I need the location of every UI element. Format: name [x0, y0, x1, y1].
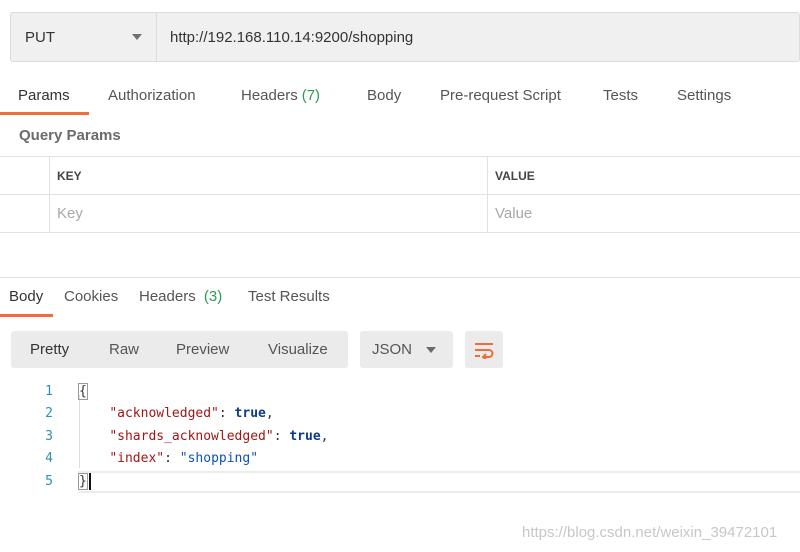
format-label: JSON	[372, 341, 413, 358]
code-line: 1 {	[0, 381, 800, 403]
headers-count: (7)	[301, 87, 321, 104]
view-raw-button[interactable]: Raw	[109, 331, 139, 368]
tab-label: Body	[367, 87, 402, 104]
view-visualize-button[interactable]: Visualize	[268, 331, 328, 368]
tab-label: Pre-request Script	[440, 87, 561, 104]
json-value: true	[289, 429, 321, 444]
json-key: "index"	[109, 451, 165, 466]
tab-params[interactable]: Params	[18, 78, 70, 116]
line-number: 1	[45, 384, 53, 399]
json-value: "shopping"	[179, 451, 259, 466]
row-checkbox-cell	[0, 195, 50, 232]
value-header-label: VALUE	[495, 169, 535, 183]
code-line: 2 "acknowledged": true,	[0, 403, 800, 425]
json-key: "acknowledged"	[109, 406, 219, 421]
code-text: "shards_acknowledged": true,	[109, 429, 329, 444]
query-params-title: Query Params	[19, 127, 121, 144]
tab-label: Cookies	[64, 288, 119, 305]
open-brace: {	[78, 383, 88, 400]
query-params-table: KEY VALUE Key Value	[0, 156, 800, 234]
wrap-lines-button[interactable]	[465, 331, 503, 368]
chevron-down-icon	[426, 346, 436, 353]
view-mode-group: Pretty Raw Preview Visualize	[11, 331, 348, 368]
tab-label: Body	[9, 288, 44, 305]
active-tab-indicator	[0, 112, 89, 115]
tab-label: Settings	[677, 87, 732, 104]
code-line: 3 "shards_acknowledged": true,	[0, 426, 800, 448]
response-tab-body[interactable]: Body	[9, 288, 43, 305]
chevron-down-icon	[132, 34, 142, 40]
tab-pre-request-script[interactable]: Pre-request Script	[440, 78, 561, 116]
tab-tests[interactable]: Tests	[603, 78, 638, 116]
line-number: 4	[45, 451, 53, 466]
request-url-bar: PUT http://192.168.110.14:9200/shopping	[10, 12, 800, 62]
url-input[interactable]: http://192.168.110.14:9200/shopping	[157, 13, 799, 61]
line-number: 5	[45, 474, 53, 489]
method-label: PUT	[25, 28, 55, 46]
tab-settings[interactable]: Settings	[677, 78, 731, 116]
value-placeholder: Value	[495, 205, 533, 222]
json-key: "shards_acknowledged"	[109, 429, 274, 444]
code-text: {	[78, 381, 88, 403]
key-placeholder: Key	[57, 205, 83, 222]
text-cursor	[88, 473, 91, 490]
tab-label: Params	[18, 87, 70, 104]
key-header-label: KEY	[57, 169, 82, 183]
tab-label: Headers	[241, 87, 298, 104]
pane-divider[interactable]	[0, 277, 800, 278]
tab-body[interactable]: Body	[367, 78, 401, 116]
line-number: 2	[45, 406, 53, 421]
code-line: 4 "index": "shopping"	[0, 448, 800, 470]
key-column-header: KEY	[50, 157, 488, 195]
value-column-header: VALUE	[488, 157, 800, 195]
response-tab-headers[interactable]: Headers (3)	[139, 288, 222, 305]
param-value-input[interactable]: Value	[488, 195, 800, 232]
request-tabs: Params Authorization Headers (7) Body Pr…	[0, 78, 800, 116]
tab-headers[interactable]: Headers (7)	[241, 78, 320, 116]
tab-authorization[interactable]: Authorization	[108, 78, 196, 116]
table-row: Key Value	[0, 194, 800, 233]
view-pretty-button[interactable]: Pretty	[30, 331, 69, 368]
active-response-tab-indicator	[0, 314, 53, 317]
response-tab-cookies[interactable]: Cookies	[64, 288, 118, 305]
code-text: "index": "shopping"	[109, 451, 259, 466]
response-tab-test-results[interactable]: Test Results	[248, 288, 330, 305]
format-select[interactable]: JSON	[360, 331, 453, 368]
code-line: 5 }	[0, 471, 800, 493]
code-text: }	[78, 471, 91, 493]
watermark: https://blog.csdn.net/weixin_39472101	[522, 524, 778, 541]
line-number: 3	[45, 429, 53, 444]
method-select[interactable]: PUT	[11, 13, 157, 61]
json-value: true	[234, 406, 266, 421]
view-preview-button[interactable]: Preview	[176, 331, 229, 368]
close-brace: }	[78, 473, 88, 490]
tab-label: Authorization	[108, 87, 196, 104]
code-text: "acknowledged": true,	[109, 406, 274, 421]
response-headers-count: (3)	[203, 288, 223, 305]
tab-label: Headers	[139, 288, 196, 305]
tab-label: Test Results	[248, 288, 330, 305]
param-key-input[interactable]: Key	[50, 195, 488, 232]
checkbox-column-header	[0, 157, 50, 195]
tab-label: Tests	[603, 87, 639, 104]
table-header-row: KEY VALUE	[0, 156, 800, 195]
json-separator: ,	[320, 429, 329, 444]
json-separator: ,	[265, 406, 274, 421]
wrap-lines-icon	[475, 342, 494, 359]
